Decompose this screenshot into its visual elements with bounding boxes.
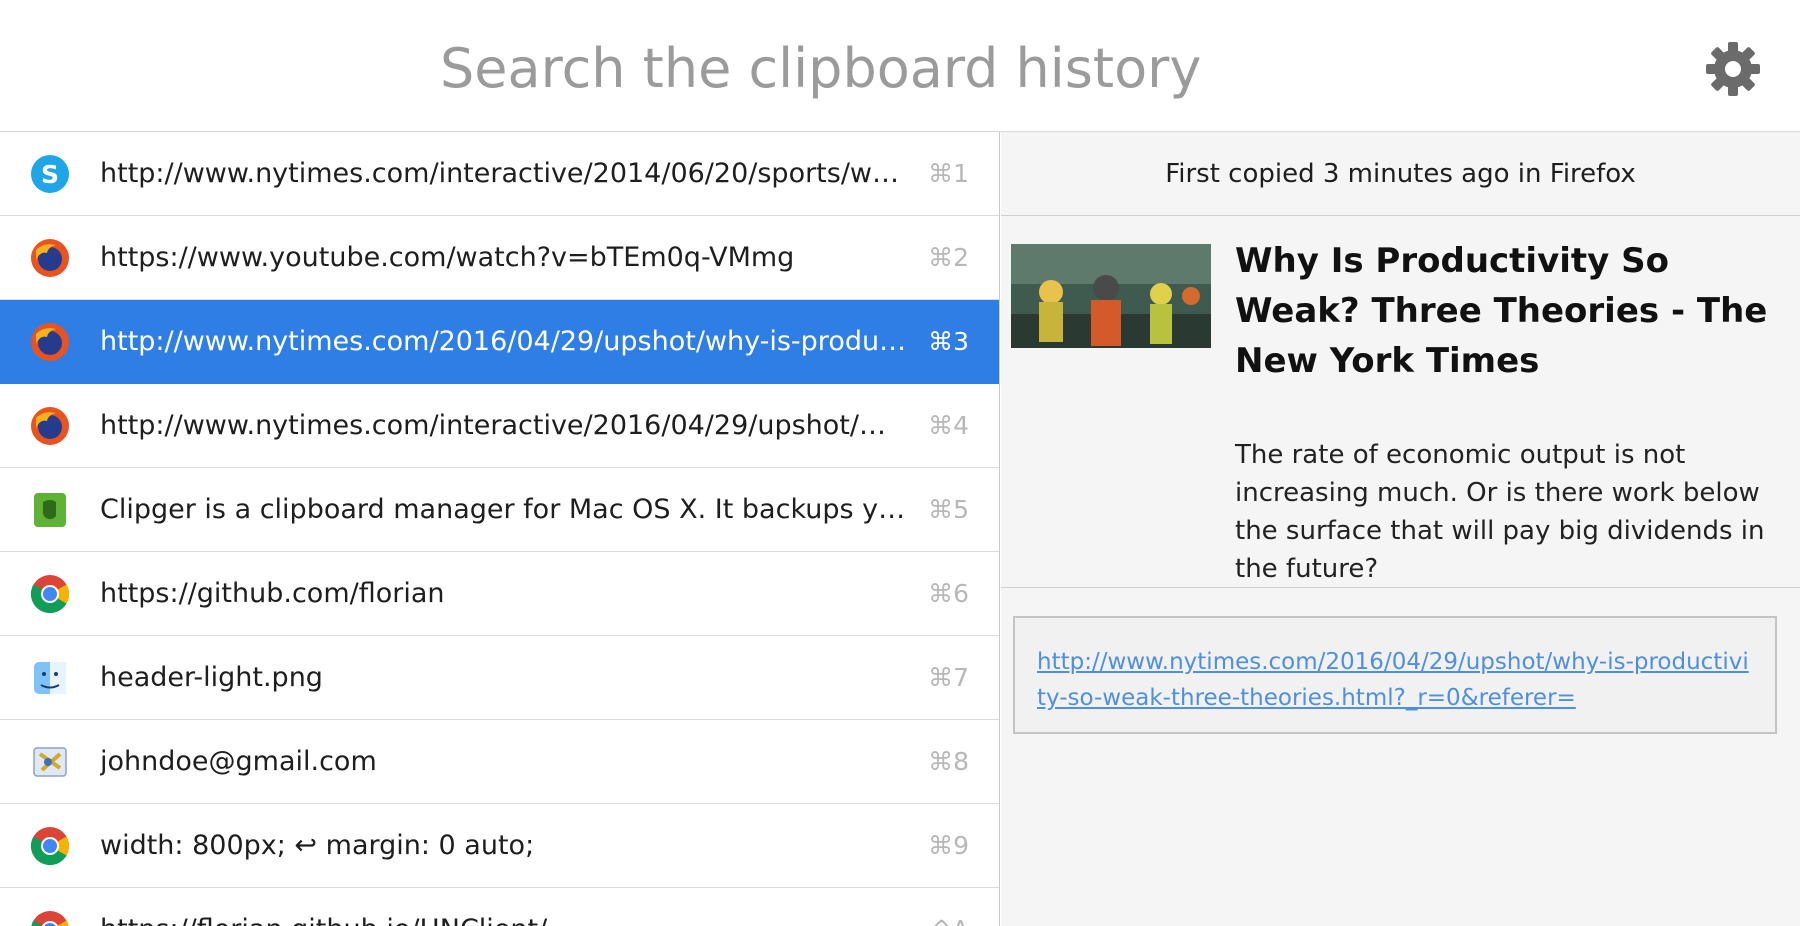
history-item[interactable]: johndoe@gmail.com ⌘8	[0, 720, 999, 804]
skype-icon: S	[31, 155, 69, 193]
history-item-text: http://www.nytimes.com/interactive/2014/…	[100, 158, 908, 189]
link-preview: Why Is Productivity So Weak? Three Theor…	[1001, 216, 1800, 588]
history-item[interactable]: https://github.com/florian ⌘6	[0, 552, 999, 636]
shortcut-label: ⌘1	[928, 159, 969, 188]
shortcut-label: ⌘4	[928, 411, 969, 440]
history-item-text: https://www.youtube.com/watch?v=bTEm0q-V…	[100, 242, 795, 273]
history-item[interactable]: https://www.youtube.com/watch?v=bTEm0q-V…	[0, 216, 999, 300]
evernote-icon	[34, 493, 66, 527]
shortcut-label: ^A	[931, 888, 969, 926]
settings-button[interactable]	[1702, 38, 1764, 100]
history-item[interactable]: https://florian.github.io/HNClient/ ^A	[0, 888, 999, 926]
chrome-icon	[31, 911, 69, 926]
chrome-icon	[30, 575, 70, 614]
history-item-text: Clipger is a clipboard manager for Mac O…	[100, 494, 908, 525]
gear-icon	[1706, 42, 1760, 96]
chrome-icon	[30, 827, 70, 866]
history-item-text: https://github.com/florian	[100, 578, 445, 609]
history-item-text: header-light.png	[100, 662, 323, 693]
history-item-text: https://florian.github.io/HNClient/	[100, 888, 908, 926]
clipboard-content-box: http://www.nytimes.com/2016/04/29/upshot…	[1013, 616, 1777, 734]
search-header	[0, 0, 1800, 132]
history-item[interactable]: width: 800px; ↩ margin: 0 auto; ⌘9	[0, 804, 999, 888]
firefox-icon	[31, 323, 69, 361]
shortcut-label: ⌘5	[928, 495, 969, 524]
history-list[interactable]: S http://www.nytimes.com/interactive/201…	[0, 132, 1000, 926]
shortcut-label: ⌘9	[928, 831, 969, 860]
mail-icon	[33, 747, 67, 777]
shortcut-label: ⌘8	[928, 747, 969, 776]
firefox-icon	[31, 239, 69, 277]
preview-title: Why Is Productivity So Weak? Three Theor…	[1235, 241, 1768, 381]
finder-icon	[34, 662, 66, 694]
history-item-text: http://www.nytimes.com/2016/04/29/upshot…	[100, 326, 908, 357]
svg-text:S: S	[41, 160, 59, 189]
history-item[interactable]: S http://www.nytimes.com/interactive/201…	[0, 132, 999, 216]
history-item[interactable]: Clipger is a clipboard manager for Mac O…	[0, 468, 999, 552]
history-item-selected[interactable]: http://www.nytimes.com/2016/04/29/upshot…	[0, 300, 999, 384]
shortcut-label: ⌘3	[928, 327, 969, 356]
preview-thumbnail	[1011, 244, 1211, 348]
copied-info: First copied 3 minutes ago in Firefox	[1001, 132, 1800, 216]
content-url-link[interactable]: http://www.nytimes.com/2016/04/29/upshot…	[1037, 649, 1749, 711]
history-item-text: johndoe@gmail.com	[100, 746, 377, 777]
shortcut-label: ⌘6	[928, 579, 969, 608]
shortcut-label: ⌘2	[928, 243, 969, 272]
history-item[interactable]: http://www.nytimes.com/interactive/2016/…	[0, 384, 999, 468]
firefox-icon	[31, 407, 69, 445]
shortcut-label: ⌘7	[928, 663, 969, 692]
history-item[interactable]: header-light.png ⌘7	[0, 636, 999, 720]
history-item-text: width: 800px; ↩ margin: 0 auto;	[100, 830, 535, 861]
search-input[interactable]	[440, 28, 1340, 108]
detail-pane: First copied 3 minutes ago in Firefox Wh…	[1001, 132, 1800, 926]
history-item-text: http://www.nytimes.com/interactive/2016/…	[100, 410, 908, 441]
preview-description: The rate of economic output is not incre…	[1235, 440, 1765, 584]
